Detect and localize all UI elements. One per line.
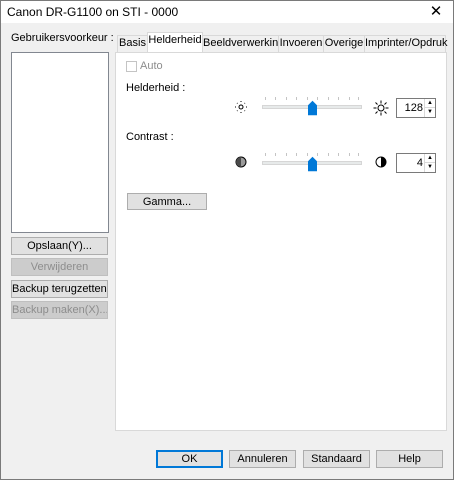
contrast-label: Contrast :: [126, 131, 174, 143]
contrast-low-icon: [235, 156, 247, 168]
tab-helderheid[interactable]: Helderheid: [147, 32, 203, 52]
tab-imprinter[interactable]: Imprinter/Opdruk: [364, 35, 448, 52]
brightness-high-icon: [373, 100, 389, 116]
brightness-up-icon[interactable]: ▲: [425, 99, 435, 108]
contrast-down-icon[interactable]: ▼: [425, 163, 435, 172]
tab-invoeren[interactable]: Invoeren: [278, 35, 324, 52]
cancel-button[interactable]: Annuleren: [229, 450, 296, 468]
dialog-window: Canon DR-G1100 on STI - 0000 ✕ Gebruiker…: [0, 0, 454, 480]
contrast-spin-buttons: ▲ ▼: [424, 154, 435, 172]
window-title: Canon DR-G1100 on STI - 0000: [7, 5, 179, 19]
brightness-label: Helderheid :: [126, 82, 186, 94]
contrast-value[interactable]: 4: [399, 157, 423, 169]
make-backup-button[interactable]: Backup maken(X)...: [11, 301, 108, 319]
close-icon[interactable]: ✕: [419, 1, 453, 23]
tab-beeldverwerking[interactable]: Beeldverwerking: [202, 35, 284, 52]
contrast-slider-thumb[interactable]: [308, 156, 317, 172]
user-preferences-list[interactable]: [11, 52, 109, 233]
tab-basis[interactable]: Basis: [117, 35, 148, 52]
contrast-up-icon[interactable]: ▲: [425, 154, 435, 163]
tab-overige[interactable]: Overige: [323, 35, 365, 52]
contrast-high-icon: [375, 156, 387, 168]
restore-backup-button[interactable]: Backup terugzetten...: [11, 280, 108, 298]
default-button[interactable]: Standaard: [303, 450, 370, 468]
delete-button[interactable]: Verwijderen: [11, 258, 108, 276]
help-button[interactable]: Help: [376, 450, 443, 468]
brightness-low-icon: [235, 101, 247, 113]
title-bar: Canon DR-G1100 on STI - 0000 ✕: [1, 1, 453, 23]
auto-label: Auto: [140, 60, 163, 72]
save-button[interactable]: Opslaan(Y)...: [11, 237, 108, 255]
auto-checkbox[interactable]: [126, 61, 137, 72]
gamma-button[interactable]: Gamma...: [127, 193, 207, 210]
brightness-spinbox[interactable]: 128 ▲ ▼: [396, 98, 436, 118]
ok-button[interactable]: OK: [156, 450, 223, 468]
brightness-slider-thumb[interactable]: [308, 100, 317, 116]
brightness-value[interactable]: 128: [399, 102, 423, 114]
contrast-spinbox[interactable]: 4 ▲ ▼: [396, 153, 436, 173]
user-preferences-label: Gebruikersvoorkeur :: [11, 32, 114, 44]
brightness-spin-buttons: ▲ ▼: [424, 99, 435, 117]
brightness-down-icon[interactable]: ▼: [425, 108, 435, 117]
